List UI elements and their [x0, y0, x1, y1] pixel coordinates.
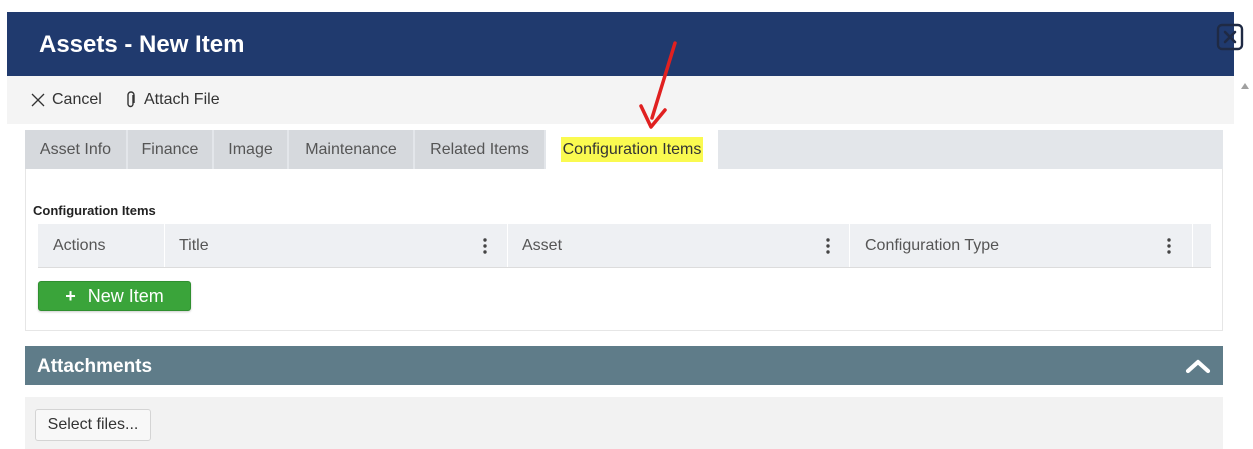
plus-icon: + [65, 285, 76, 306]
dialog-title: Assets - New Item [39, 31, 245, 58]
new-item-label: New Item [87, 285, 164, 306]
attach-file-button[interactable]: Attach File [125, 90, 220, 110]
scroll-up-icon[interactable] [1240, 82, 1250, 90]
section-label: Configuration Items [33, 203, 156, 218]
new-item-button[interactable]: + New Item [38, 281, 191, 311]
tab-maintenance-label: Maintenance [305, 141, 397, 158]
column-menu-icon[interactable] [1167, 237, 1171, 255]
close-icon[interactable] [1216, 23, 1244, 51]
tab-asset-info[interactable]: Asset Info [25, 130, 128, 169]
tab-image[interactable]: Image [214, 130, 289, 169]
column-title[interactable]: Title [165, 224, 508, 267]
column-menu-icon[interactable] [826, 237, 830, 255]
select-files-label: Select files... [47, 416, 139, 433]
column-configuration-type-label: Configuration Type [865, 237, 1000, 254]
tab-related-items[interactable]: Related Items [415, 130, 546, 169]
chevron-up-icon[interactable] [1185, 358, 1211, 374]
attach-file-label: Attach File [144, 91, 220, 108]
cancel-button[interactable]: Cancel [31, 90, 102, 110]
tab-asset-info-label: Asset Info [39, 141, 112, 158]
column-actions-label: Actions [53, 237, 106, 254]
column-asset[interactable]: Asset [508, 224, 850, 267]
toolbar: Cancel Attach File [7, 76, 1234, 124]
select-files-button[interactable]: Select files... [35, 409, 151, 441]
column-menu-icon[interactable] [483, 237, 487, 255]
cancel-label: Cancel [52, 91, 102, 108]
grid-header: Actions Title Asset Configuration Type [38, 224, 1211, 268]
attachments-body [25, 397, 1223, 449]
tab-finance-label: Finance [141, 141, 199, 158]
tab-strip: Asset Info Finance Image Maintenance Rel… [25, 130, 1223, 169]
tab-configuration-items[interactable]: Configuration Items [546, 130, 720, 169]
tab-related-items-label: Related Items [430, 141, 529, 158]
tab-image-label: Image [228, 141, 273, 158]
tab-maintenance[interactable]: Maintenance [289, 130, 415, 169]
column-configuration-type[interactable]: Configuration Type [850, 224, 1193, 267]
attachments-title: Attachments [37, 356, 153, 377]
paperclip-icon [127, 91, 135, 108]
column-title-label: Title [179, 237, 209, 254]
tab-finance[interactable]: Finance [128, 130, 214, 169]
column-actions: Actions [38, 224, 165, 267]
dialog-header: Assets - New Item [7, 12, 1234, 76]
column-asset-label: Asset [522, 237, 563, 254]
tab-configuration-items-label: Configuration Items [560, 137, 704, 162]
close-x-icon [31, 93, 45, 107]
attachments-header[interactable]: Attachments [25, 346, 1223, 385]
